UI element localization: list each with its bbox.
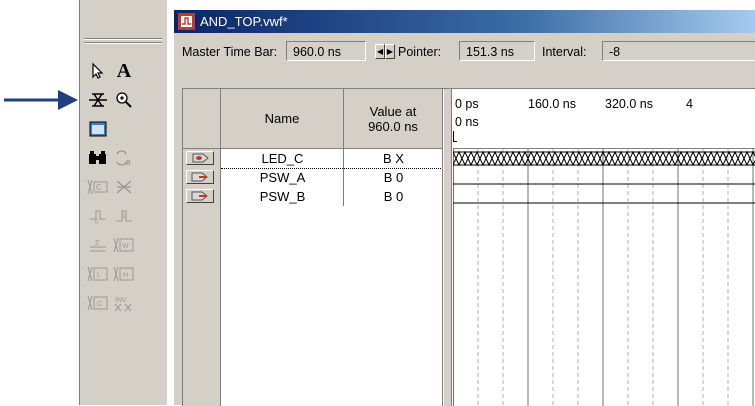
- fullscreen-icon[interactable]: [85, 116, 111, 142]
- row-icon-column: [183, 149, 221, 406]
- pointer-label: Pointer:: [398, 45, 442, 59]
- time-tick-label: 4: [686, 97, 693, 111]
- svg-text:INV: INV: [115, 297, 127, 304]
- input-pin-icon: [186, 170, 214, 184]
- signal-name[interactable]: PSW_B: [221, 187, 344, 206]
- time-bar-left-button[interactable]: ◀: [375, 44, 385, 59]
- signal-name[interactable]: LED_C: [221, 149, 344, 168]
- value-header-line1: Value at: [369, 103, 417, 119]
- signal-grid: Name Value at 960.0 ns LED_C B X PSW_A B…: [182, 88, 755, 406]
- title-bar[interactable]: AND_TOP.vwf*: [174, 10, 755, 33]
- waveform-file-icon: [178, 13, 195, 30]
- svg-text:L: L: [97, 272, 101, 279]
- high-impedance-icon[interactable]: Z: [85, 232, 111, 258]
- selection-tool-icon[interactable]: [85, 58, 111, 84]
- text-tool-icon[interactable]: A: [111, 58, 137, 84]
- cursor-time-label: 0 ns: [455, 115, 479, 129]
- signal-name[interactable]: PSW_A: [221, 168, 344, 187]
- svg-text:C: C: [97, 301, 102, 308]
- weak-high-icon[interactable]: H: [111, 261, 137, 287]
- replace-icon[interactable]: B: [111, 145, 137, 171]
- value-header-line2: 960.0 ns: [368, 118, 418, 134]
- annotation-arrow: [4, 90, 78, 110]
- column-divider: [343, 149, 344, 206]
- svg-text:C: C: [96, 183, 102, 192]
- interval-field: -8: [602, 41, 755, 61]
- count-value-icon[interactable]: C: [85, 174, 111, 200]
- forcing-low-icon[interactable]: 0: [85, 203, 111, 229]
- svg-text:1: 1: [122, 214, 126, 220]
- svg-text:W: W: [122, 243, 129, 250]
- clock-icon[interactable]: C: [85, 290, 111, 316]
- weak-unknown-icon[interactable]: W: [111, 232, 137, 258]
- toolbar-grip[interactable]: [84, 38, 162, 40]
- value-column-header[interactable]: Value at 960.0 ns: [344, 89, 443, 149]
- invert-icon[interactable]: [111, 174, 137, 200]
- weak-low-icon[interactable]: L: [85, 261, 111, 287]
- master-time-cursor[interactable]: [453, 131, 457, 142]
- svg-text:H: H: [123, 272, 128, 279]
- value-column-edge: [442, 149, 443, 406]
- time-ruler[interactable]: 0 ps 160.0 ns 320.0 ns 4 0 ns: [453, 89, 755, 149]
- time-tick-label: 160.0 ns: [528, 97, 576, 111]
- input-pin-icon: [186, 189, 214, 203]
- signal-value: B 0: [383, 170, 404, 185]
- svg-text:0: 0: [95, 220, 99, 225]
- time-tick-label: 0 ps: [455, 97, 479, 111]
- find-icon[interactable]: [85, 145, 111, 171]
- svg-text:B: B: [126, 160, 131, 167]
- pane-splitter[interactable]: [443, 89, 452, 406]
- master-time-bar-field[interactable]: 960.0 ns: [286, 41, 366, 61]
- window-title: AND_TOP.vwf*: [200, 14, 288, 29]
- time-bar-right-button[interactable]: ▶: [385, 44, 395, 59]
- signal-value: B X: [383, 151, 404, 166]
- time-tick-label: 320.0 ns: [605, 97, 653, 111]
- pointer-field: 151.3 ns: [459, 41, 535, 61]
- waveform-editing-tool-icon[interactable]: [85, 87, 111, 113]
- master-time-bar-label: Master Time Bar:: [182, 45, 278, 59]
- waveform-display[interactable]: [453, 149, 755, 406]
- name-column-header[interactable]: Name: [221, 89, 344, 149]
- zoom-tool-icon[interactable]: [111, 87, 137, 113]
- toolbar-grip-2: [84, 42, 162, 44]
- forcing-high-icon[interactable]: 1: [111, 203, 137, 229]
- waveform-editor-window: AND_TOP.vwf* Master Time Bar: 960.0 ns ◀…: [174, 10, 755, 406]
- interval-label: Interval:: [542, 45, 587, 59]
- output-pin-icon: [186, 151, 214, 165]
- left-toolbar: A B C 0 1 Z W L H C INV: [79, 0, 167, 405]
- invert-value-icon[interactable]: INV: [111, 290, 137, 316]
- signal-value: B 0: [383, 189, 404, 204]
- icon-column-header: [183, 89, 221, 149]
- svg-text:Z: Z: [95, 240, 100, 247]
